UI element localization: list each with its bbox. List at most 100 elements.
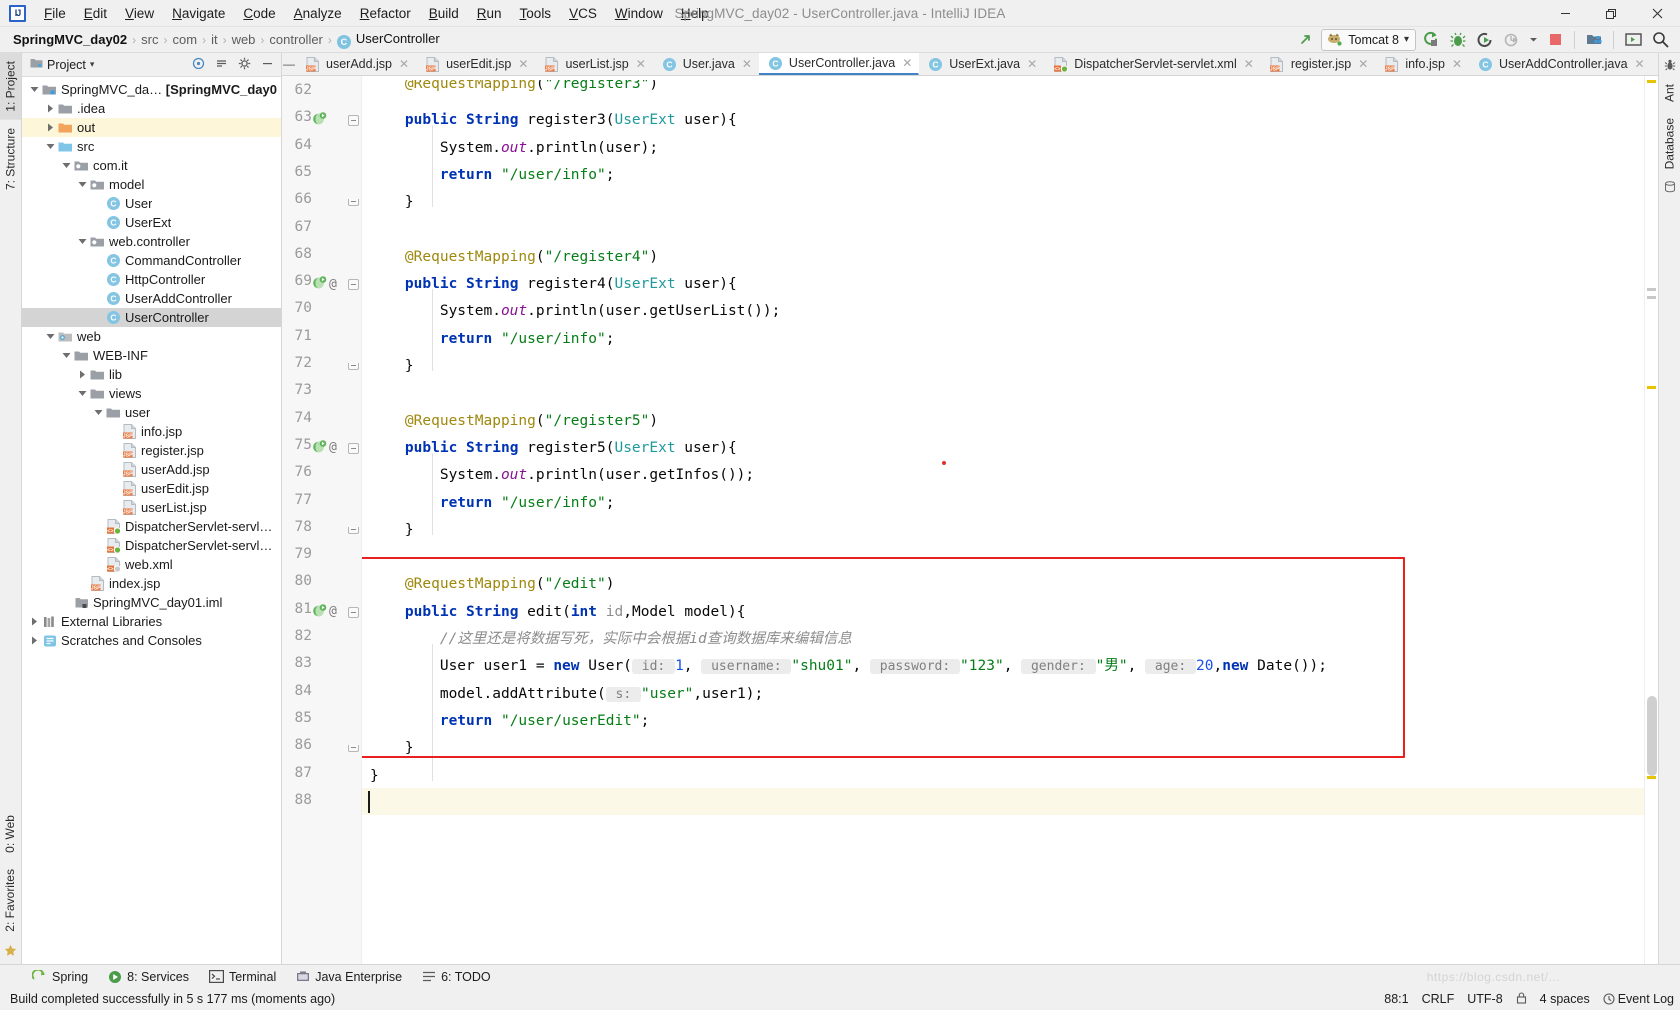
editor-tab-userext-java[interactable]: C UserExt.java ✕ [919,53,1044,75]
project-structure-icon[interactable] [1582,29,1606,51]
tree-node-user[interactable]: user [22,403,281,422]
expand-arrow-icon[interactable] [44,123,57,132]
editor-tab-userlist-jsp[interactable]: JSP userList.jsp ✕ [535,53,652,75]
bottom-tool-8-services[interactable]: 8: Services [98,968,199,986]
annotation-gutter-icon[interactable]: @ [329,277,337,292]
close-tab-icon[interactable]: ✕ [518,57,528,71]
tool-window-database[interactable]: Database [1659,110,1680,177]
breadcrumb-item-controller[interactable]: controller [266,31,325,48]
tree-node-index-jsp[interactable]: JSP index.jsp [22,574,281,593]
collapse-arrow-icon[interactable] [60,161,73,170]
gutter-marks[interactable] [312,111,327,129]
collapse-arrow-icon[interactable] [76,389,89,398]
bottom-tool-java-enterprise[interactable]: Java Enterprise [286,968,412,986]
breadcrumb-item-src[interactable]: src [138,31,161,48]
code-content[interactable]: @RequestMapping("/register3") public Str… [362,76,1644,964]
bottom-tool-6-todo[interactable]: 6: TODO [412,968,501,986]
run-gutter-icon[interactable] [312,439,327,457]
tool-window-web[interactable]: 0: Web [0,807,20,861]
tool-window-project[interactable]: 1: Project [0,53,21,120]
gutter-marks[interactable]: @ [312,603,337,621]
tree-node-com-it[interactable]: com.it [22,156,281,175]
tree-node-userext[interactable]: C UserExt [22,213,281,232]
editor-tab-dispatcherservlet-servlet-xml[interactable]: <> DispatcherServlet-servlet.xml ✕ [1044,53,1261,75]
tree-node-info-jsp[interactable]: JSP info.jsp [22,422,281,441]
build-icon[interactable] [1294,29,1318,51]
run-gutter-icon[interactable] [312,275,327,293]
expand-arrow-icon[interactable] [28,636,41,645]
collapse-arrow-icon[interactable] [28,85,41,94]
project-tree[interactable]: SpringMVC_day02 [SpringMVC_day0 .idea out s… [22,77,281,964]
tree-node-useredit-jsp[interactable]: JSP userEdit.jsp [22,479,281,498]
menu-run[interactable]: Run [468,3,511,24]
close-tab-icon[interactable]: ✕ [399,57,409,71]
stop-icon[interactable] [1543,29,1567,51]
run-icon[interactable] [1419,29,1443,51]
tree-node-scratches-and-consoles[interactable]: Scratches and Consoles [22,631,281,650]
code-fold-toggle-icon[interactable] [348,442,359,454]
annotation-gutter-icon[interactable]: @ [329,440,337,455]
breadcrumb-item-web[interactable]: web [229,31,259,48]
tree-node-lib[interactable]: lib [22,365,281,384]
tree-node-views[interactable]: views [22,384,281,403]
tree-node-web-controller[interactable]: web.controller [22,232,281,251]
run-gutter-icon[interactable] [312,603,327,621]
breadcrumb-item-usercontroller[interactable]: C UserController [334,30,443,50]
collapse-arrow-icon[interactable] [92,408,105,417]
code-fold-end-icon[interactable] [348,361,359,372]
run-configuration-selector[interactable]: Tomcat 8 ▾ [1321,28,1416,51]
editor-gutter[interactable]: 62 63 64 65 66 67 68 69 @70 71 72 73 74 75 @76 77 78 79 80… [282,76,362,964]
collapse-all-icon[interactable] [212,57,231,73]
collapse-arrow-icon[interactable] [60,351,73,360]
tree-node-web-xml[interactable]: <> web.xml [22,555,281,574]
tree-node-springmvc-day02[interactable]: SpringMVC_day02 [SpringMVC_day0 [22,80,281,99]
minimize-button[interactable] [1542,0,1588,27]
tree-node-httpcontroller[interactable]: C HttpController [22,270,281,289]
tool-window-structure[interactable]: 7: Structure [0,120,21,198]
gutter-marks[interactable]: @ [312,275,337,293]
chevron-down-icon[interactable]: ▾ [1404,34,1409,45]
close-button[interactable] [1634,0,1680,27]
run-gutter-icon[interactable] [312,111,327,129]
settings-icon[interactable] [1621,29,1645,51]
close-tab-icon[interactable]: ✕ [1027,57,1037,71]
tree-node-model[interactable]: model [22,175,281,194]
menu-navigate[interactable]: Navigate [163,3,234,24]
profile-icon[interactable] [1500,29,1524,51]
tree-node-src[interactable]: src [22,137,281,156]
tree-node-external-libraries[interactable]: External Libraries [22,612,281,631]
menu-refactor[interactable]: Refactor [351,3,420,24]
bottom-tool-terminal[interactable]: Terminal [199,968,286,986]
tree-node-useraddcontroller[interactable]: C UserAddController [22,289,281,308]
breadcrumb-item-it[interactable]: it [208,31,221,48]
collapse-arrow-icon[interactable] [44,142,57,151]
menu-analyze[interactable]: Analyze [285,3,351,24]
tree-node--idea[interactable]: .idea [22,99,281,118]
collapse-arrow-icon[interactable] [76,180,89,189]
tool-window-favorites[interactable]: 2: Favorites [0,861,20,940]
code-fold-end-icon[interactable] [348,525,359,536]
tree-node-dispatcherservlet-servlet-xm[interactable]: <> DispatcherServlet-servlet.xm [22,517,281,536]
chevron-down-icon[interactable]: ▾ [90,59,95,70]
menu-file[interactable]: File [35,3,75,24]
gutter-marks[interactable]: @ [312,439,337,457]
menu-build[interactable]: Build [420,3,468,24]
code-fold-toggle-icon[interactable] [348,606,359,618]
close-tab-icon[interactable]: ✕ [1358,57,1368,71]
menu-window[interactable]: Window [606,3,672,24]
caret-position[interactable]: 88:1 [1384,992,1408,1006]
tree-node-dispatcherservlet-servlet1-xr[interactable]: <> DispatcherServlet-servlet1.xr [22,536,281,555]
editor-tab-useradd-jsp[interactable]: JSP userAdd.jsp ✕ [296,53,416,75]
code-fold-end-icon[interactable] [348,197,359,208]
expand-arrow-icon[interactable] [44,104,57,113]
menu-vcs[interactable]: VCS [560,3,606,24]
debug-icon[interactable] [1446,29,1470,51]
close-tab-icon[interactable]: ✕ [742,57,752,71]
menu-code[interactable]: Code [234,3,284,24]
hide-panel-icon[interactable] [258,57,277,72]
tree-node-user[interactable]: C User [22,194,281,213]
tree-node-commandcontroller[interactable]: C CommandController [22,251,281,270]
editor-tab-info-jsp[interactable]: JSP info.jsp ✕ [1375,53,1469,75]
annotation-gutter-icon[interactable]: @ [329,604,337,619]
code-fold-toggle-icon[interactable] [348,115,359,127]
